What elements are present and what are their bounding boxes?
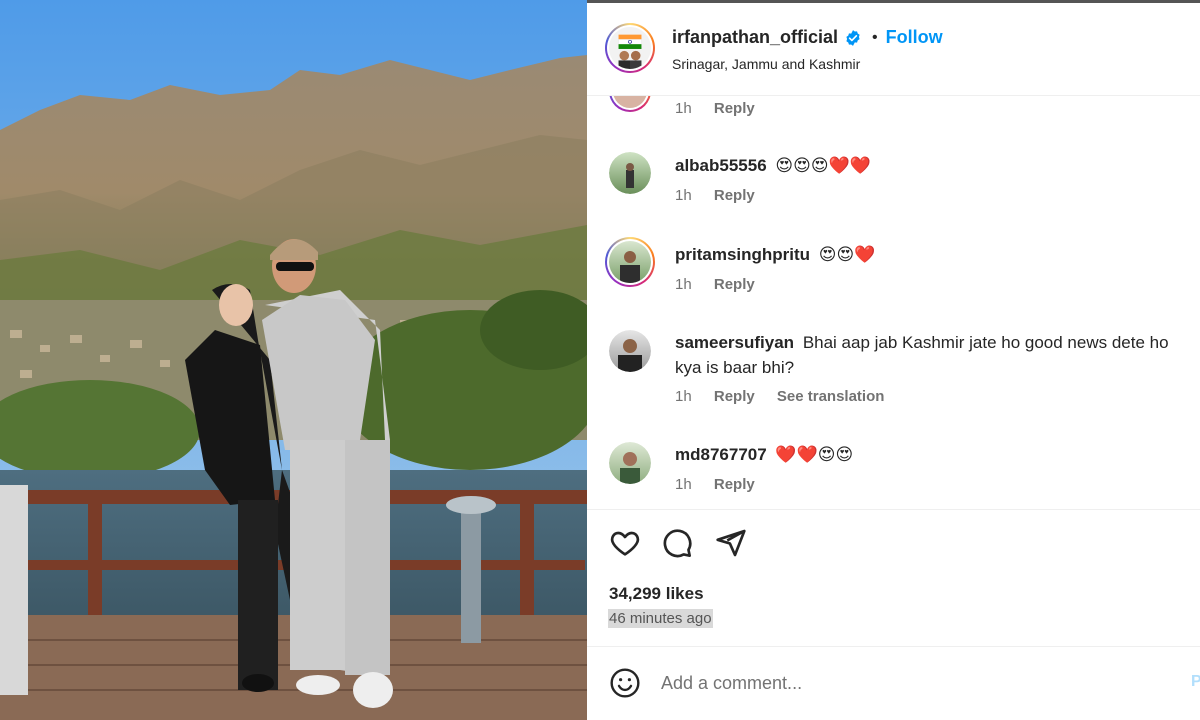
post-photo-illustration — [0, 0, 587, 720]
comment-avatar[interactable] — [609, 330, 651, 372]
post-actions: 34,299 likes 46 minutes ago — [587, 509, 1200, 646]
comment-avatar[interactable] — [605, 237, 655, 287]
comment-input[interactable] — [661, 665, 1161, 701]
follow-button[interactable]: Follow — [886, 27, 943, 48]
comment-time: 1h — [675, 476, 692, 493]
comment-meta: 1h Reply — [675, 476, 773, 493]
post-side-panel: irfanpathan_official • Follow Srinagar, … — [587, 0, 1200, 720]
comment-text: 😍😍❤️ — [818, 245, 876, 264]
comment-meta: 1h Reply — [675, 276, 773, 293]
reply-button[interactable]: Reply — [714, 476, 755, 493]
comment-username[interactable]: albab55556 — [675, 156, 767, 175]
comment-time: 1h — [675, 187, 692, 204]
avatar-photo-icon — [620, 251, 640, 283]
verified-badge-icon — [846, 29, 860, 46]
comment-meta: 1h Reply See translation — [675, 388, 902, 405]
reply-button[interactable]: Reply — [714, 100, 755, 117]
comment-time: 1h — [675, 276, 692, 293]
post-location[interactable]: Srinagar, Jammu and Kashmir — [672, 56, 860, 72]
comment-item: pritamsinghpritu 😍😍❤️ 1h Reply — [587, 237, 1200, 307]
comment-avatar[interactable] — [609, 152, 651, 194]
comment-time: 1h — [675, 388, 692, 405]
add-comment-bar: P — [587, 646, 1200, 720]
comment-item: albab55556 😍😍😍❤️❤️ 1h Reply — [587, 152, 1200, 222]
comment-bubble-icon[interactable] — [661, 527, 693, 559]
reply-button[interactable]: Reply — [714, 276, 755, 293]
comments-list[interactable]: 1h Reply albab55556 😍😍😍❤️❤️ 1h Reply pri… — [587, 96, 1200, 508]
author-avatar[interactable] — [605, 23, 655, 73]
avatar-photo-icon — [620, 452, 640, 484]
comment-username[interactable]: sameersufiyan — [675, 333, 794, 352]
comment-meta: 1h Reply — [675, 187, 773, 204]
comment-avatar[interactable] — [609, 96, 651, 112]
post-comment-button[interactable]: P — [1191, 673, 1200, 691]
post-header: irfanpathan_official • Follow Srinagar, … — [587, 3, 1200, 96]
author-username[interactable]: irfanpathan_official — [672, 27, 838, 48]
reply-button[interactable]: Reply — [714, 388, 755, 405]
see-translation-button[interactable]: See translation — [777, 388, 885, 405]
comment-item: md8767707 ❤️❤️😍😍 1h Reply — [587, 442, 1200, 508]
paper-plane-icon[interactable] — [715, 527, 747, 559]
comment-text-row: pritamsinghpritu 😍😍❤️ — [675, 242, 1185, 267]
comment-text-row: md8767707 ❤️❤️😍😍 — [675, 442, 1185, 467]
comment-text-row: sameersufiyan Bhai aap jab Kashmir jate … — [675, 330, 1185, 380]
likes-count[interactable]: 34,299 likes — [609, 584, 704, 604]
comment-item: sameersufiyan Bhai aap jab Kashmir jate … — [587, 330, 1200, 420]
india-flag-avatar-icon — [609, 27, 651, 69]
comment-text: ❤️❤️😍😍 — [775, 445, 854, 464]
comment-item: 1h Reply — [587, 96, 1200, 136]
comment-avatar[interactable] — [609, 442, 651, 484]
avatar-photo-icon — [618, 339, 642, 372]
post-timestamp: 46 minutes ago — [608, 609, 713, 628]
heart-outline-icon[interactable] — [609, 527, 641, 559]
comment-time: 1h — [675, 100, 692, 117]
comment-text: 😍😍😍❤️❤️ — [775, 156, 871, 175]
avatar-photo-icon — [626, 163, 634, 188]
comment-username[interactable]: pritamsinghpritu — [675, 245, 810, 264]
post-header-title-row: irfanpathan_official • Follow — [672, 27, 943, 48]
smiley-icon[interactable] — [609, 667, 641, 699]
comment-username[interactable]: md8767707 — [675, 445, 767, 464]
comment-text-row: albab55556 😍😍😍❤️❤️ — [675, 153, 1185, 178]
comment-meta: 1h Reply — [675, 100, 773, 117]
header-separator: • — [872, 28, 878, 46]
post-photo[interactable] — [0, 0, 587, 720]
reply-button[interactable]: Reply — [714, 187, 755, 204]
